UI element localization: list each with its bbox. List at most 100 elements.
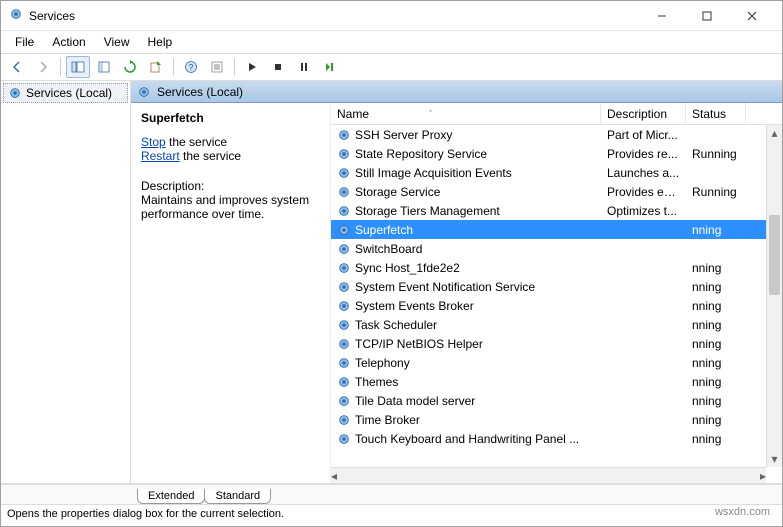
gear-icon xyxy=(337,299,351,313)
show-hide-tree-button[interactable] xyxy=(66,56,90,78)
window: Services File Action View Help ? xyxy=(0,0,783,527)
details-pane: Services (Local) Superfetch Stop the ser… xyxy=(131,81,782,483)
service-description: Provides en... xyxy=(601,185,686,199)
start-service-button[interactable] xyxy=(240,56,264,78)
tree-item-label: Services (Local) xyxy=(26,86,112,100)
service-status: nning xyxy=(686,356,746,370)
service-name: Sync Host_1fde2e2 xyxy=(355,261,460,275)
properties-button[interactable] xyxy=(205,56,229,78)
table-row[interactable]: Tile Data model servernning xyxy=(331,391,782,410)
scroll-right-icon[interactable]: ▸ xyxy=(760,468,766,484)
gear-icon xyxy=(337,204,351,218)
list-rows: SSH Server ProxyPart of Micr...State Rep… xyxy=(331,125,782,483)
minimize-button[interactable] xyxy=(639,4,684,28)
selected-service-name: Superfetch xyxy=(141,111,320,125)
service-status: Running xyxy=(686,147,746,161)
restart-link-suffix: the service xyxy=(183,149,241,163)
gear-icon xyxy=(337,185,351,199)
service-name: Still Image Acquisition Events xyxy=(355,166,512,180)
gear-icon xyxy=(337,128,351,142)
service-list: Nameˆ Description Status SSH Server Prox… xyxy=(331,103,782,483)
service-description: Launches a... xyxy=(601,166,686,180)
menu-file[interactable]: File xyxy=(7,33,42,51)
table-row[interactable]: Telephony nning xyxy=(331,353,782,372)
app-icon xyxy=(9,7,23,24)
service-name: State Repository Service xyxy=(355,147,487,161)
service-status: nning xyxy=(686,432,746,446)
export-button[interactable] xyxy=(144,56,168,78)
window-controls xyxy=(639,4,774,28)
body: Services (Local) Services (Local) Superf… xyxy=(1,81,782,484)
export-list-button[interactable] xyxy=(92,56,116,78)
service-description: Part of Micr... xyxy=(601,128,686,142)
col-header-status[interactable]: Status xyxy=(686,103,746,124)
service-name: Themes xyxy=(355,375,398,389)
stop-service-button[interactable] xyxy=(266,56,290,78)
service-status: nning xyxy=(686,375,746,389)
watermark: wsxdn.com xyxy=(715,506,770,518)
service-name: Telephony xyxy=(355,356,410,370)
statusbar: Opens the properties dialog box for the … xyxy=(1,504,782,526)
table-row[interactable]: Superfetchnning xyxy=(331,220,782,239)
table-row[interactable]: System Events Brokernning xyxy=(331,296,782,315)
service-status: nning xyxy=(686,318,746,332)
restart-service-button[interactable] xyxy=(318,56,342,78)
separator xyxy=(234,58,235,76)
pause-service-button[interactable] xyxy=(292,56,316,78)
description-text: Maintains and improves system performanc… xyxy=(141,193,320,221)
horizontal-scrollbar[interactable]: ◂ ▸ xyxy=(331,467,766,483)
table-row[interactable]: Storage Service Provides en...Running xyxy=(331,182,782,201)
vertical-scrollbar[interactable]: ▴ ▾ xyxy=(766,125,782,467)
scroll-up-icon[interactable]: ▴ xyxy=(767,125,782,141)
scroll-left-icon[interactable]: ◂ xyxy=(331,468,337,484)
service-name: Storage Tiers Management xyxy=(355,204,500,218)
gear-icon xyxy=(337,242,351,256)
sort-indicator-icon: ˆ xyxy=(429,109,432,119)
service-status: nning xyxy=(686,280,746,294)
table-row[interactable]: Task Schedulernning xyxy=(331,315,782,334)
table-row[interactable]: System Event Notification Servicenning xyxy=(331,277,782,296)
stop-link-suffix: the service xyxy=(169,135,227,149)
table-row[interactable]: Themes nning xyxy=(331,372,782,391)
service-status: nning xyxy=(686,413,746,427)
service-name: Storage Service xyxy=(355,185,440,199)
table-row[interactable]: TCP/IP NetBIOS Helpernning xyxy=(331,334,782,353)
service-name: Touch Keyboard and Handwriting Panel ... xyxy=(355,432,579,446)
table-row[interactable]: Sync Host_1fde2e2 nning xyxy=(331,258,782,277)
scroll-down-icon[interactable]: ▾ xyxy=(767,451,782,467)
help-button[interactable]: ? xyxy=(179,56,203,78)
service-status: nning xyxy=(686,261,746,275)
col-header-description[interactable]: Description xyxy=(601,103,686,124)
table-row[interactable]: Storage Tiers Management Optimizes t... xyxy=(331,201,782,220)
tree-pane: Services (Local) xyxy=(1,81,131,483)
refresh-button[interactable] xyxy=(118,56,142,78)
table-row[interactable]: Touch Keyboard and Handwriting Panel ...… xyxy=(331,429,782,448)
table-row[interactable]: SSH Server ProxyPart of Micr... xyxy=(331,125,782,144)
tree-item-services[interactable]: Services (Local) xyxy=(3,83,128,103)
service-status: nning xyxy=(686,337,746,351)
service-status: Running xyxy=(686,185,746,199)
forward-button[interactable] xyxy=(31,56,55,78)
service-description: Optimizes t... xyxy=(601,204,686,218)
gear-icon xyxy=(337,147,351,161)
menu-help[interactable]: Help xyxy=(140,33,181,51)
back-button[interactable] xyxy=(5,56,29,78)
gear-icon xyxy=(137,85,151,99)
table-row[interactable]: State Repository ServiceProvides re...Ru… xyxy=(331,144,782,163)
table-row[interactable]: Time Brokernning xyxy=(331,410,782,429)
tab-standard[interactable]: Standard xyxy=(204,489,271,504)
tab-extended[interactable]: Extended xyxy=(137,489,205,504)
scroll-thumb[interactable] xyxy=(769,215,780,295)
table-row[interactable]: SwitchBoard xyxy=(331,239,782,258)
col-header-name[interactable]: Nameˆ xyxy=(331,103,601,124)
restart-link[interactable]: Restart xyxy=(141,149,180,163)
menu-view[interactable]: View xyxy=(96,33,138,51)
maximize-button[interactable] xyxy=(684,4,729,28)
menu-action[interactable]: Action xyxy=(44,33,93,51)
close-button[interactable] xyxy=(729,4,774,28)
gear-icon xyxy=(8,86,22,100)
table-row[interactable]: Still Image Acquisition Events Launches a… xyxy=(331,163,782,182)
service-name: Superfetch xyxy=(355,223,413,237)
stop-link[interactable]: Stop xyxy=(141,135,166,149)
service-status: nning xyxy=(686,299,746,313)
